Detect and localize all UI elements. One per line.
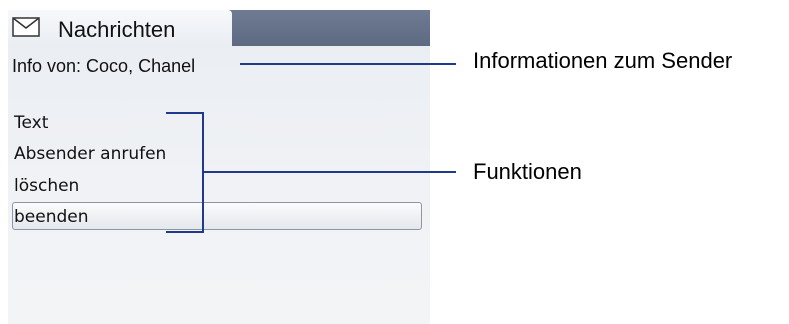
functions-bracket [166,112,204,233]
functions-annotation: Funktionen [473,159,582,184]
sender-info-annotation: Informationen zum Sender [473,48,733,73]
